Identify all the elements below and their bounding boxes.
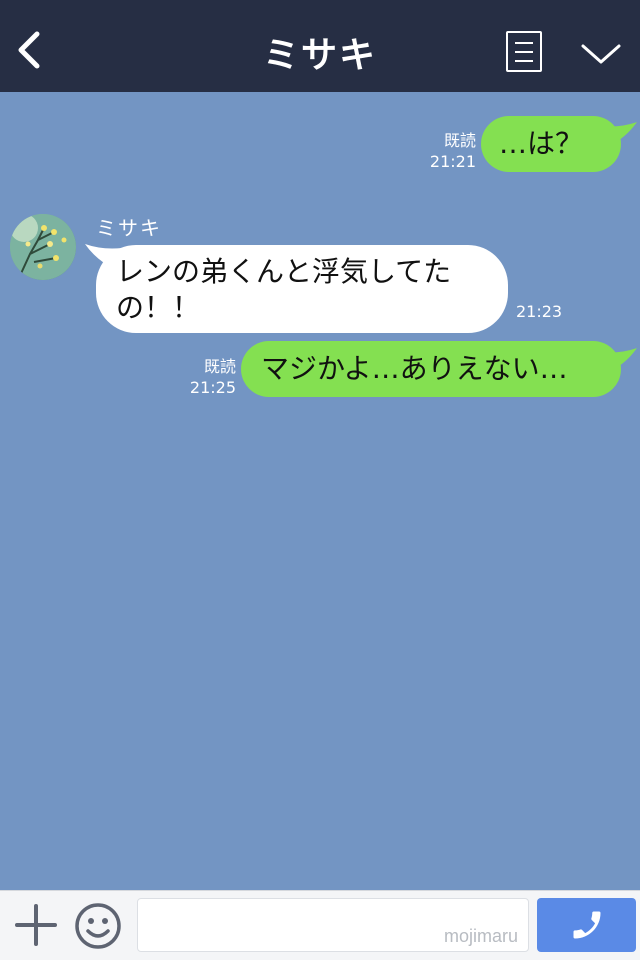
input-bar: mojimaru: [0, 890, 640, 960]
notes-icon-line: [515, 42, 533, 44]
emoji-button[interactable]: [74, 902, 122, 950]
message-meta: 既読 21:21: [426, 130, 476, 172]
message-time: 21:25: [189, 378, 236, 397]
read-receipt: 既読: [203, 357, 236, 376]
sender-name: ミサキ: [96, 216, 162, 240]
message-bubble-outgoing[interactable]: マジかよ…ありえない…: [241, 341, 621, 397]
watermark-text: mojimaru: [443, 926, 518, 946]
message-text-line: レンの弟くんと浮気してた: [116, 255, 452, 288]
message-text: …は？: [499, 127, 584, 160]
add-attachment-button[interactable]: [14, 903, 58, 947]
avatar[interactable]: [10, 214, 76, 280]
smiley-icon: [75, 903, 121, 949]
message-bubble-outgoing[interactable]: …は？: [481, 116, 621, 172]
message-time: 21:23: [516, 302, 563, 321]
notes-icon-line: [515, 51, 533, 53]
message-text: マジかよ…ありえない…: [261, 352, 568, 385]
collapse-button[interactable]: [578, 38, 624, 68]
chevron-down-icon: [581, 44, 621, 64]
message-bubble-incoming[interactable]: レンの弟くんと浮気してた の！！: [96, 245, 508, 333]
phone-icon: [573, 911, 601, 939]
message-time: 21:21: [429, 152, 476, 171]
avatar-image: [10, 214, 76, 280]
chat-area[interactable]: 既読 21:21 …は？ ミサキ レンの弟くんと浮気してた の！！ 21:23 …: [0, 92, 640, 890]
chat-header: ミサキ: [0, 0, 640, 92]
message-text-line: の！！: [116, 291, 201, 324]
call-button[interactable]: [537, 898, 636, 952]
message-meta: 既読 21:25: [186, 356, 236, 398]
chat-title: ミサキ: [262, 35, 377, 76]
notes-icon-line: [515, 60, 533, 62]
message-input-container: mojimaru: [137, 898, 529, 952]
plus-icon: [15, 904, 57, 946]
read-receipt: 既読: [443, 131, 476, 150]
notes-button[interactable]: [506, 31, 542, 72]
